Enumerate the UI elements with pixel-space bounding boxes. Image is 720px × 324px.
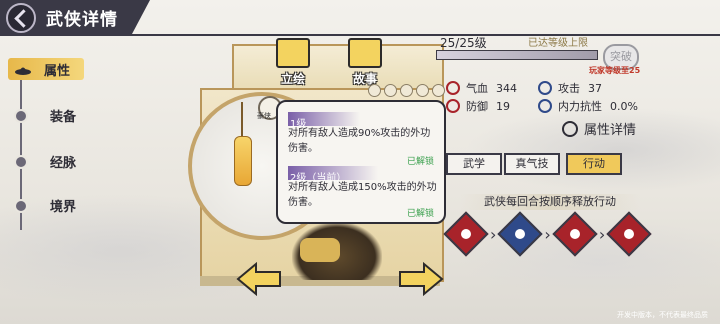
back-button[interactable] (6, 3, 36, 33)
bead-icon (368, 84, 381, 97)
sidebar-item-label: 装备 (50, 110, 77, 125)
book-icon (348, 38, 382, 68)
lantern-string (241, 102, 243, 136)
sidebar-item-realm[interactable]: 境界 (14, 196, 76, 215)
lantern-icon (234, 136, 252, 186)
heart-icon (446, 81, 460, 95)
tab-portrait[interactable]: 立绘 (276, 38, 310, 87)
action-order-title: 武侠每回合按顺序释放行动 (460, 194, 640, 210)
sidebar-item-label: 经脉 (50, 156, 77, 171)
header-divider (0, 34, 720, 36)
sword-icon (538, 81, 552, 95)
footer-note: 开发中版本，不代表最终品质 (617, 311, 708, 319)
skill-tooltip: 1级 对所有敌人造成90%攻击的外功伤害。 已解锁 2级（当前） 对所有敌人造成… (276, 100, 446, 224)
hat-icon (15, 67, 31, 75)
header: 武侠详情 (0, 0, 720, 36)
attack-action-icon[interactable] (606, 211, 652, 257)
rank-badge-label: 豪侠 (257, 112, 271, 120)
level-progress-bar (436, 50, 598, 60)
bead-icon (384, 84, 397, 97)
stat-label: 防御 (466, 100, 488, 113)
chevron-right-icon: › (598, 224, 606, 244)
sidebar-dot-icon (14, 198, 28, 213)
stat-hp: 气血 344 (446, 80, 517, 96)
tab-label: 立绘 (280, 72, 305, 86)
stat-value: 37 (588, 81, 602, 95)
stat-value: 19 (496, 99, 510, 113)
level-text: 25/25级 (440, 36, 487, 50)
tooltip-level2-header: 2级（当前） (288, 166, 378, 184)
tooltip-level2-status: 已解锁 (406, 209, 434, 219)
fist-icon (538, 99, 552, 113)
prev-hero-arrow-icon[interactable] (236, 262, 282, 296)
sidebar-item-attributes[interactable]: 属性 (8, 58, 84, 80)
magnifier-icon (562, 120, 578, 137)
scroll-icon (276, 38, 310, 68)
tab-martial-arts[interactable]: 武学 (446, 153, 502, 175)
bead-icon (400, 84, 413, 97)
sidebar-item-meridians[interactable]: 经脉 (14, 152, 76, 171)
tab-story[interactable]: 故事 (348, 38, 382, 87)
stat-attack: 攻击 37 (538, 80, 602, 96)
tab-qi-skills[interactable]: 真气技 (504, 153, 560, 175)
bead-icon (416, 84, 429, 97)
next-hero-arrow-icon[interactable] (398, 262, 444, 296)
attribute-details-label: 属性详情 (584, 123, 637, 138)
level-box: 25/25级 已达等级上限 (432, 32, 600, 62)
attack-action-icon[interactable] (443, 211, 489, 257)
stat-internal-resist: 内力抗性 0.0% (538, 98, 638, 114)
tooltip-level1-desc: 对所有敌人造成90%攻击的外功伤害。 (288, 128, 431, 154)
sidebar-item-label: 境界 (50, 200, 77, 215)
action-order-row: › › › (443, 211, 652, 257)
stat-label: 攻击 (558, 82, 580, 95)
chevron-right-icon: › (544, 224, 551, 244)
tab-actions[interactable]: 行动 (566, 153, 622, 175)
back-arrow-icon (13, 8, 33, 28)
shield-icon (446, 99, 460, 113)
stat-value: 0.0% (610, 99, 638, 113)
attack-action-icon[interactable] (552, 211, 598, 257)
tooltip-level1-status: 已解锁 (406, 157, 434, 167)
level-max-text: 已达等级上限 (528, 38, 588, 49)
stat-label: 内力抗性 (558, 100, 602, 113)
hero-robe (300, 238, 340, 262)
stat-value: 344 (496, 81, 517, 95)
level-progress-fill (437, 51, 597, 59)
tooltip-level1-header: 1级 (288, 112, 360, 130)
sidebar-item-label: 属性 (44, 63, 71, 79)
sidebar-dot-icon (14, 108, 28, 123)
page-title: 武侠详情 (46, 10, 118, 30)
stat-defense: 防御 19 (446, 98, 510, 114)
chevron-right-icon: › (490, 224, 497, 244)
sidebar-dot-icon (14, 154, 28, 169)
attribute-details-button[interactable]: 属性详情 (562, 119, 636, 138)
stat-label: 气血 (466, 82, 488, 95)
sidebar-item-equipment[interactable]: 装备 (14, 106, 76, 125)
defense-action-icon[interactable] (497, 211, 544, 257)
